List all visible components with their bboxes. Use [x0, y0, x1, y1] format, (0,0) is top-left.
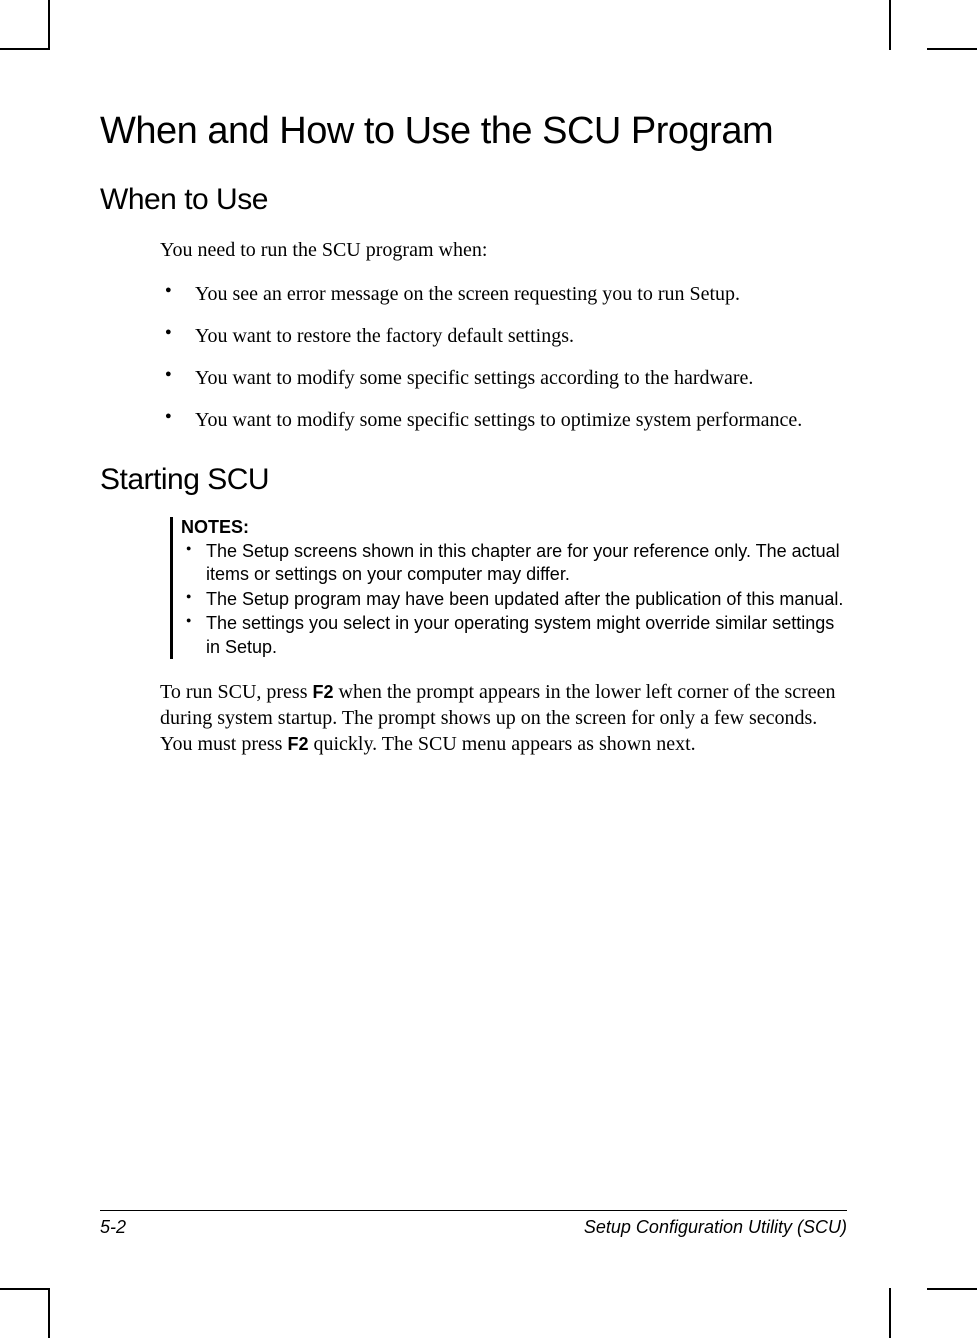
crop-mark: [0, 1288, 50, 1290]
section-heading-starting: Starting SCU: [100, 463, 847, 497]
crop-mark: [889, 0, 891, 50]
note-item: The Setup screens shown in this chapter …: [181, 540, 847, 587]
footer-title: Setup Configuration Utility (SCU): [584, 1217, 847, 1238]
crop-mark: [889, 1288, 891, 1338]
crop-mark: [927, 1288, 977, 1290]
notes-list: The Setup screens shown in this chapter …: [181, 540, 847, 659]
list-item: You see an error message on the screen r…: [160, 281, 847, 307]
note-item: The Setup program may have been updated …: [181, 588, 847, 611]
notes-box: NOTES: The Setup screens shown in this c…: [170, 517, 847, 659]
notes-label: NOTES:: [181, 517, 847, 538]
key-f2: F2: [287, 734, 308, 754]
list-item: You want to modify some specific setting…: [160, 365, 847, 391]
run-text: To run SCU, press: [160, 681, 313, 703]
page-content: When and How to Use the SCU Program When…: [100, 110, 847, 1208]
page-title: When and How to Use the SCU Program: [100, 110, 847, 153]
crop-mark: [927, 48, 977, 50]
intro-text: You need to run the SCU program when:: [160, 237, 847, 263]
page-footer: 5-2 Setup Configuration Utility (SCU): [100, 1210, 847, 1238]
note-item: The settings you select in your operatin…: [181, 612, 847, 659]
crop-mark: [48, 1288, 50, 1338]
run-paragraph: To run SCU, press F2 when the prompt app…: [160, 679, 847, 757]
crop-mark: [48, 0, 50, 50]
section-heading-when: When to Use: [100, 183, 847, 217]
key-f2: F2: [313, 682, 334, 702]
when-list: You see an error message on the screen r…: [160, 281, 847, 433]
page-number: 5-2: [100, 1217, 126, 1238]
list-item: You want to modify some specific setting…: [160, 407, 847, 433]
run-text: quickly. The SCU menu appears as shown n…: [308, 733, 695, 755]
crop-mark: [0, 48, 50, 50]
list-item: You want to restore the factory default …: [160, 323, 847, 349]
